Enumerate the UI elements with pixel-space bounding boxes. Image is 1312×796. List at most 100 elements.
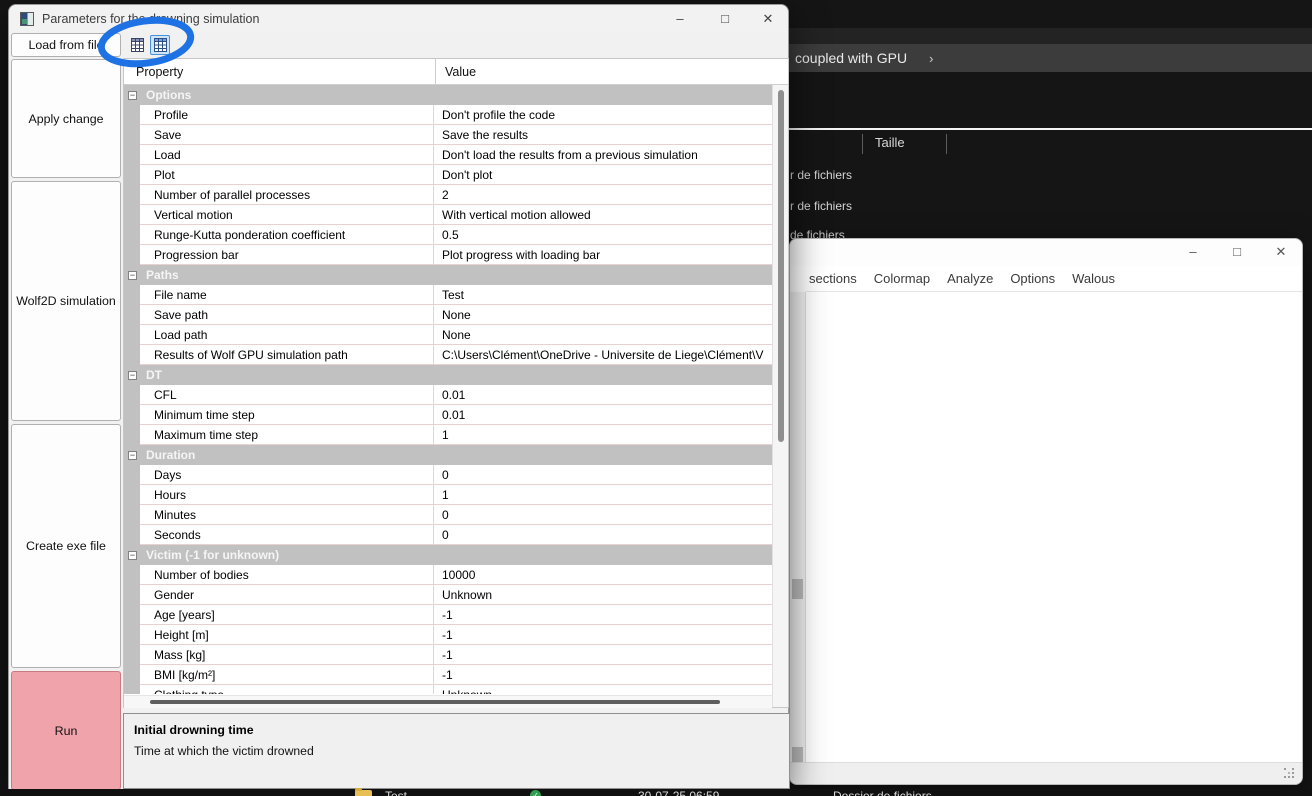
horizontal-scrollbar[interactable] bbox=[124, 695, 772, 708]
dialog-titlebar[interactable]: Parameters for the drowning simulation –… bbox=[9, 5, 788, 32]
grid-view-selected-icon[interactable] bbox=[150, 35, 170, 55]
resize-grip-icon[interactable] bbox=[1284, 768, 1294, 778]
property-value[interactable]: Unknown bbox=[434, 685, 772, 694]
grid-row[interactable]: Days0 bbox=[124, 465, 772, 485]
grid-row[interactable]: Minimum time step0.01 bbox=[124, 405, 772, 425]
property-value[interactable]: 0.5 bbox=[434, 225, 772, 245]
property-value[interactable]: 0 bbox=[434, 505, 772, 525]
property-value[interactable]: -1 bbox=[434, 625, 772, 645]
property-value[interactable]: Plot progress with loading bar bbox=[434, 245, 772, 265]
property-value[interactable]: 0 bbox=[434, 525, 772, 545]
minimize-icon[interactable]: – bbox=[1186, 244, 1200, 260]
menu-item-sections[interactable]: sections bbox=[809, 271, 857, 286]
grid-section-header[interactable]: −Victim (-1 for unknown) bbox=[124, 545, 772, 565]
collapse-minus-icon[interactable]: − bbox=[128, 371, 137, 380]
scrollbar-thumb[interactable] bbox=[150, 700, 720, 704]
collapse-minus-icon[interactable]: − bbox=[128, 451, 137, 460]
property-value[interactable]: -1 bbox=[434, 665, 772, 685]
explorer-file-row[interactable]: r de fichiers bbox=[788, 168, 1088, 183]
grid-header[interactable]: Property Value bbox=[124, 59, 788, 85]
property-value[interactable]: -1 bbox=[434, 605, 772, 625]
grid-section-header[interactable]: −Paths bbox=[124, 265, 772, 285]
property-value[interactable]: Don't load the results from a previous s… bbox=[434, 145, 772, 165]
property-value[interactable]: None bbox=[434, 305, 772, 325]
property-value[interactable]: 1 bbox=[434, 425, 772, 445]
column-separator[interactable] bbox=[946, 134, 947, 154]
collapse-minus-icon[interactable]: − bbox=[128, 271, 137, 280]
property-value[interactable]: 10000 bbox=[434, 565, 772, 585]
minimize-icon[interactable]: – bbox=[672, 11, 688, 26]
property-value[interactable]: 0.01 bbox=[434, 405, 772, 425]
explorer-selected-row[interactable]: coupled with GPU › bbox=[788, 44, 1312, 72]
menu-item-analyze[interactable]: Analyze bbox=[947, 271, 993, 286]
menu-item-walous[interactable]: Walous bbox=[1072, 271, 1115, 286]
create-exe-file-button[interactable]: Create exe file bbox=[11, 424, 121, 668]
close-icon[interactable]: ✕ bbox=[1274, 244, 1288, 260]
grid-row[interactable]: Maximum time step1 bbox=[124, 425, 772, 445]
grid-view-icon[interactable] bbox=[127, 35, 147, 55]
grid-section-header[interactable]: −DT bbox=[124, 365, 772, 385]
grid-row[interactable]: Clothing typeUnknown bbox=[124, 685, 772, 694]
property-value[interactable]: 0 bbox=[434, 465, 772, 485]
grid-row[interactable]: File nameTest bbox=[124, 285, 772, 305]
property-value[interactable]: Save the results bbox=[434, 125, 772, 145]
wolf2d-simulation-button[interactable]: Wolf2D simulation bbox=[11, 181, 121, 421]
property-value[interactable]: Don't profile the code bbox=[434, 105, 772, 125]
property-value[interactable]: 2 bbox=[434, 185, 772, 205]
property-value[interactable]: Test bbox=[434, 285, 772, 305]
apply-change-button[interactable]: Apply change bbox=[11, 59, 121, 178]
property-value[interactable]: With vertical motion allowed bbox=[434, 205, 772, 225]
property-value[interactable]: C:\Users\Clément\OneDrive - Universite d… bbox=[434, 345, 772, 365]
grid-row[interactable]: LoadDon't load the results from a previo… bbox=[124, 145, 772, 165]
grid-row[interactable]: BMI [kg/m²]-1 bbox=[124, 665, 772, 685]
grid-section-header[interactable]: −Duration bbox=[124, 445, 772, 465]
grid-row[interactable]: Number of bodies10000 bbox=[124, 565, 772, 585]
scrollbar-thumb[interactable] bbox=[778, 90, 784, 442]
property-value[interactable]: Unknown bbox=[434, 585, 772, 605]
explorer-bottom-file-row[interactable]: Test ✓ 30-07-25 06:59 Dossier de fichier… bbox=[0, 789, 1312, 796]
load-from-file-button[interactable]: Load from file bbox=[11, 33, 121, 57]
column-header-value[interactable]: Value bbox=[436, 65, 476, 79]
close-icon[interactable]: ✕ bbox=[760, 11, 776, 27]
grid-row[interactable]: CFL0.01 bbox=[124, 385, 772, 405]
grid-row[interactable]: SaveSave the results bbox=[124, 125, 772, 145]
property-value[interactable]: Don't plot bbox=[434, 165, 772, 185]
property-value[interactable]: 0.01 bbox=[434, 385, 772, 405]
grid-row[interactable]: Minutes0 bbox=[124, 505, 772, 525]
grid-section-header[interactable]: −Options bbox=[124, 85, 772, 105]
property-value[interactable]: 1 bbox=[434, 485, 772, 505]
menu-item-colormap[interactable]: Colormap bbox=[874, 271, 930, 286]
run-button[interactable]: Run bbox=[11, 671, 121, 790]
scrollbar-thumb[interactable] bbox=[792, 579, 803, 599]
grid-row[interactable]: Age [years]-1 bbox=[124, 605, 772, 625]
grid-row[interactable]: Progression barPlot progress with loadin… bbox=[124, 245, 772, 265]
grid-row[interactable]: Runge-Kutta ponderation coefficient0.5 bbox=[124, 225, 772, 245]
grid-row[interactable]: Vertical motionWith vertical motion allo… bbox=[124, 205, 772, 225]
maximize-icon[interactable]: □ bbox=[1230, 244, 1244, 260]
file-name[interactable]: Test bbox=[385, 789, 407, 796]
column-header-taille[interactable]: Taille bbox=[875, 135, 905, 150]
menu-item-options[interactable]: Options bbox=[1010, 271, 1055, 286]
viewer-titlebar[interactable]: – □ ✕ bbox=[790, 239, 1302, 266]
viewer-left-scrollbar[interactable] bbox=[790, 292, 806, 762]
explorer-file-row[interactable]: r de fichiers bbox=[788, 199, 1088, 214]
explorer-column-header[interactable]: Taille bbox=[788, 130, 1312, 157]
collapse-minus-icon[interactable]: − bbox=[128, 91, 137, 100]
grid-row[interactable]: Save pathNone bbox=[124, 305, 772, 325]
property-value[interactable]: -1 bbox=[434, 645, 772, 665]
collapse-minus-icon[interactable]: − bbox=[128, 551, 137, 560]
grid-row[interactable]: GenderUnknown bbox=[124, 585, 772, 605]
column-header-property[interactable]: Property bbox=[124, 59, 436, 84]
property-value[interactable]: None bbox=[434, 325, 772, 345]
grid-row[interactable]: Load pathNone bbox=[124, 325, 772, 345]
grid-row[interactable]: Number of parallel processes2 bbox=[124, 185, 772, 205]
grid-row[interactable]: PlotDon't plot bbox=[124, 165, 772, 185]
column-separator[interactable] bbox=[862, 134, 863, 154]
maximize-icon[interactable]: □ bbox=[717, 11, 733, 26]
grid-row[interactable]: Hours1 bbox=[124, 485, 772, 505]
grid-row[interactable]: Mass [kg]-1 bbox=[124, 645, 772, 665]
grid-row[interactable]: Seconds0 bbox=[124, 525, 772, 545]
grid-row[interactable]: Results of Wolf GPU simulation pathC:\Us… bbox=[124, 345, 772, 365]
vertical-scrollbar[interactable] bbox=[772, 85, 788, 707]
grid-row[interactable]: Height [m]-1 bbox=[124, 625, 772, 645]
